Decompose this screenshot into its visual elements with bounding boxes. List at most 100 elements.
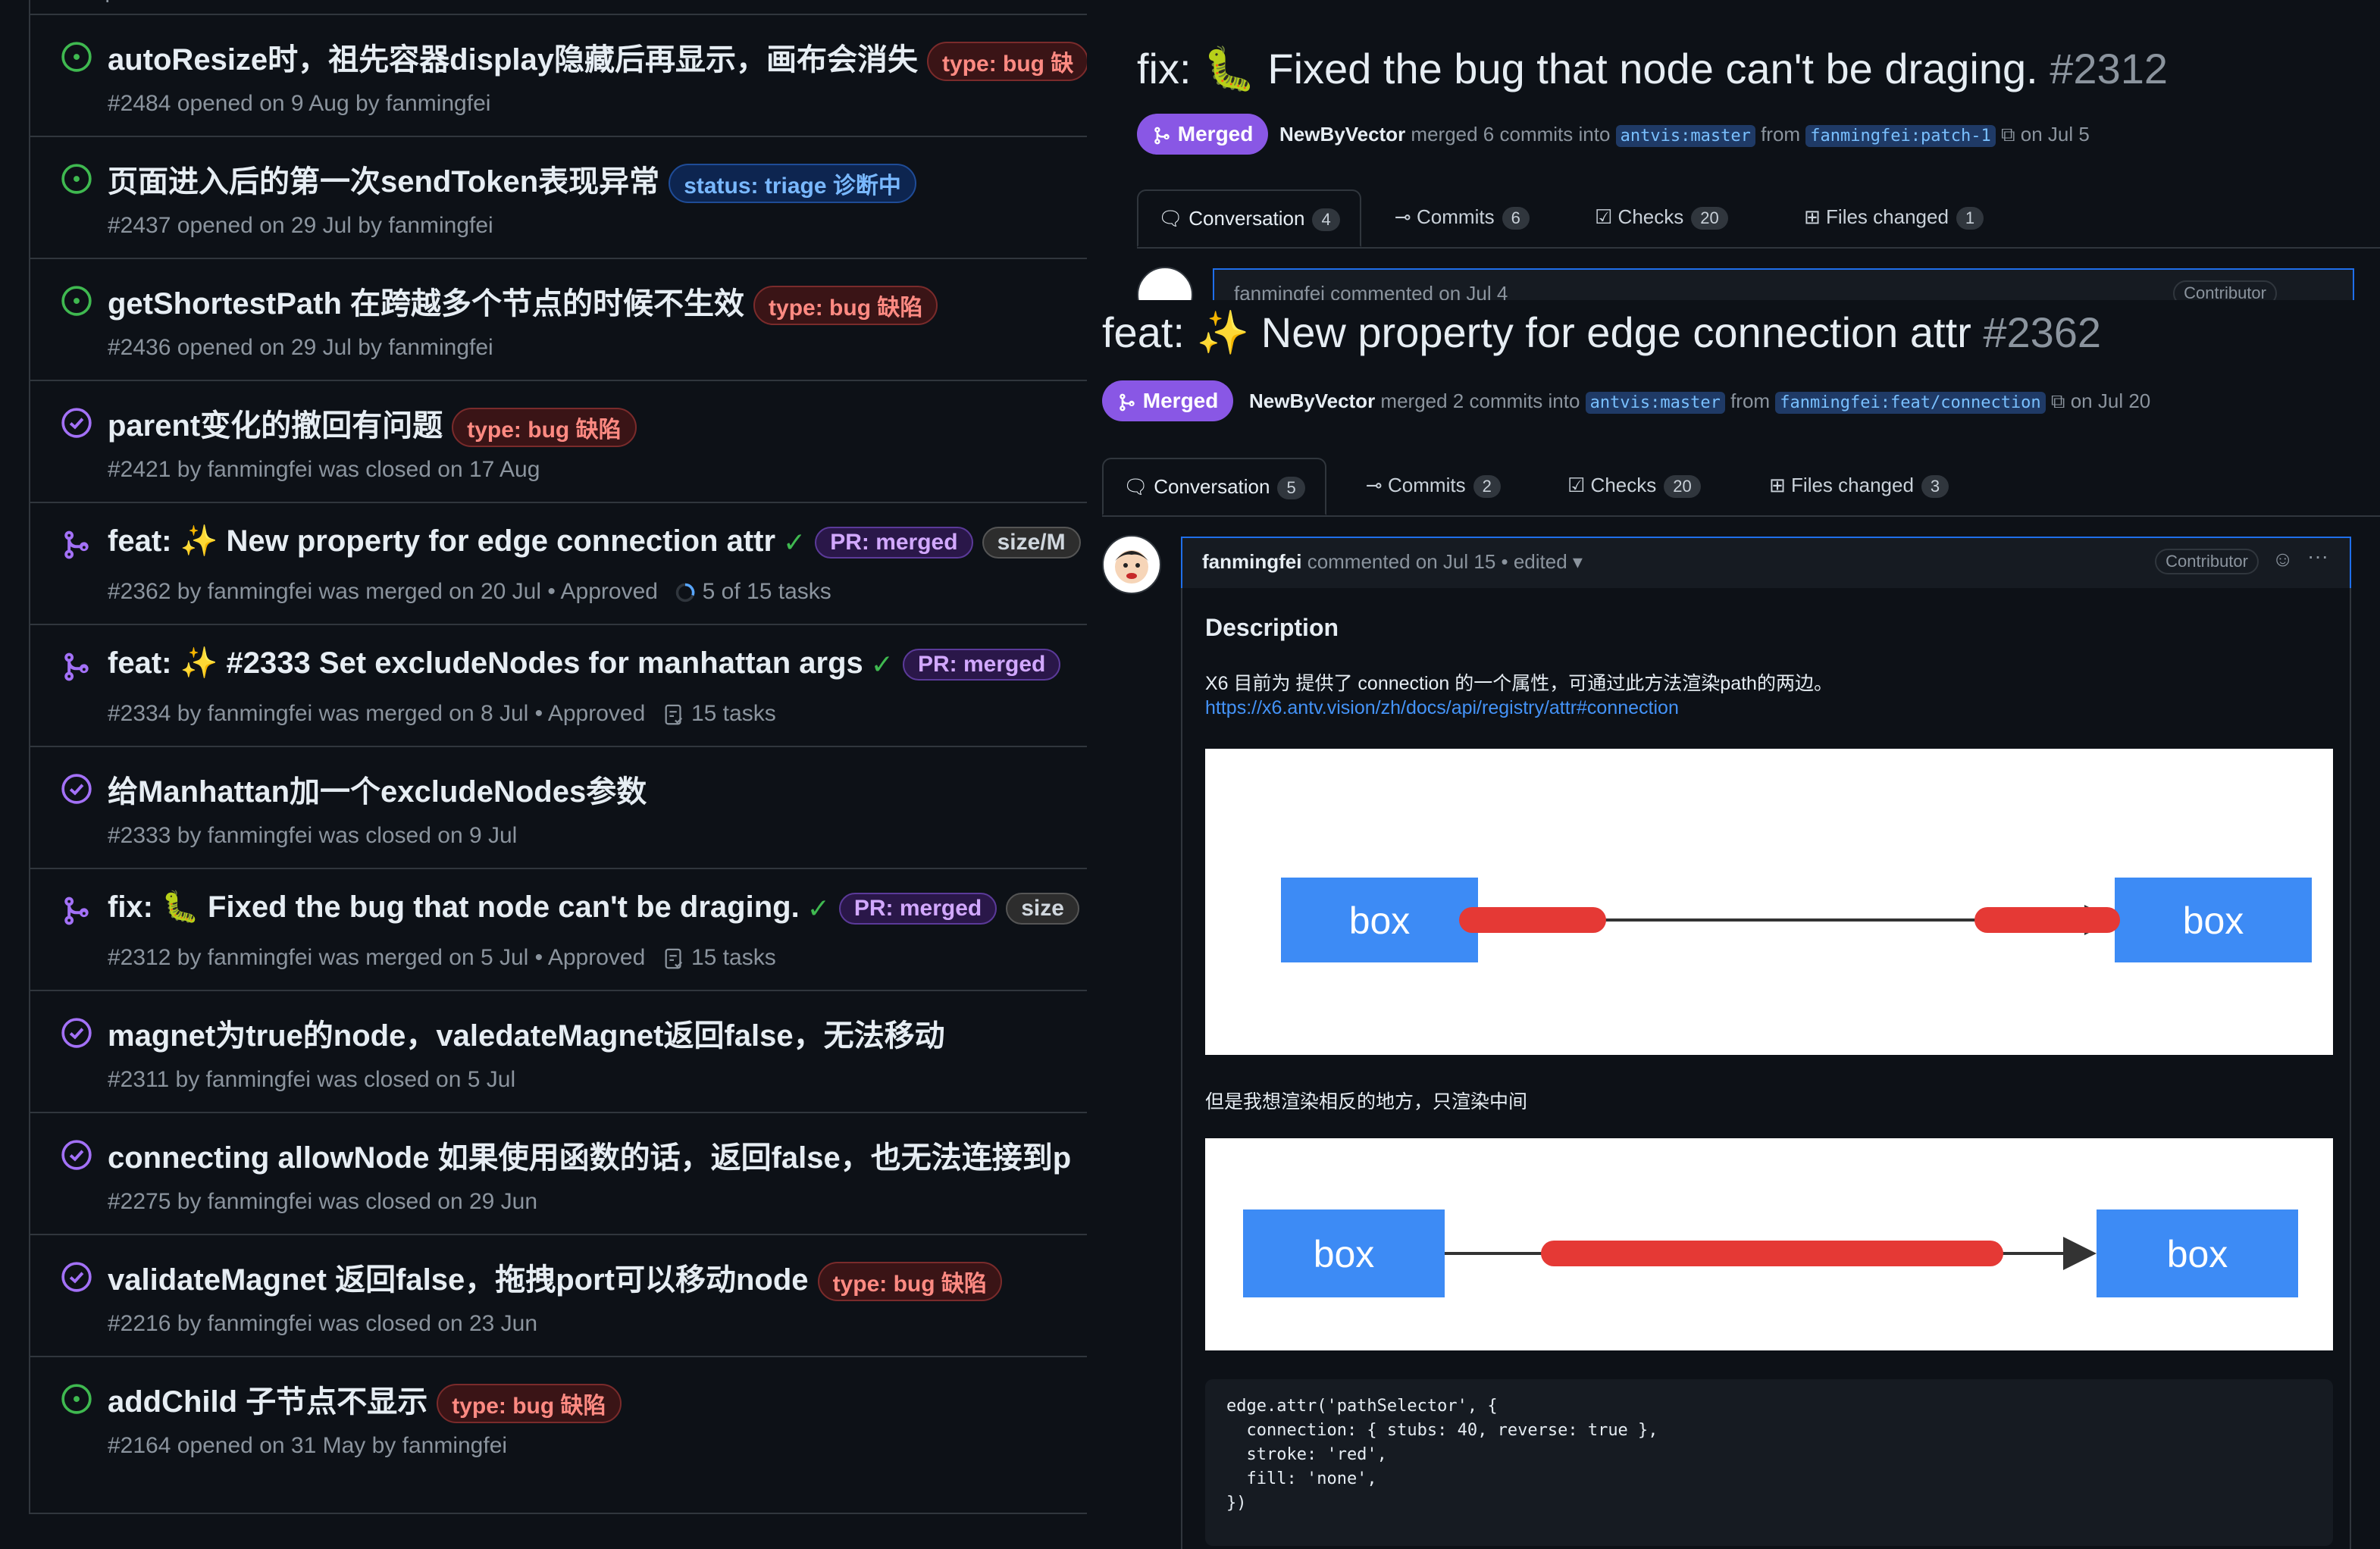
issue-title: feat: ✨ #2333 Set excludeNodes for manha…: [108, 645, 1061, 681]
issue-title: autoResize时，祖先容器display隐藏后再显示，画布会消失 type:…: [108, 35, 1087, 82]
tab-commits[interactable]: ⊸ Commits 6: [1395, 189, 1530, 244]
code-line: edge.attr('pathSelector', {: [1226, 1397, 1498, 1416]
label-badge[interactable]: type: bug 缺: [927, 42, 1087, 82]
pr-author[interactable]: NewByVector: [1249, 390, 1375, 412]
issue-title: magnet为true的node，valedateMagnet返回false，无…: [108, 1011, 945, 1055]
description-heading: Description: [1205, 614, 1339, 641]
issue-meta: #2421 by fanmingfei was closed on 17 Aug: [108, 457, 540, 483]
label-badge[interactable]: size/M: [982, 527, 1081, 559]
source-box-label: box: [1349, 900, 1411, 942]
comment-date[interactable]: commented on Jul 15 • edited: [1307, 550, 1567, 573]
issue-title: feat: ✨ New property for edge connection…: [108, 523, 1081, 559]
issue-row[interactable]: addChild 子节点不显示 type: bug 缺陷 #2164 opened …: [30, 1356, 1087, 1477]
tab-count: 4: [1312, 208, 1340, 231]
check-icon[interactable]: ✓: [807, 893, 830, 924]
code-line: fill: 'none',: [1226, 1469, 1377, 1488]
issue-title: 页面进入后的第一次sendToken表现异常 status: triage 诊断中: [108, 157, 916, 204]
tab-count: 5: [1277, 477, 1305, 499]
issue-list-panel: 7 Open ✓ 8 Closed autoResize时，祖先容器displa…: [0, 0, 1087, 1549]
base-branch[interactable]: antvis:master: [1585, 392, 1725, 414]
issue-open-icon: [61, 1384, 92, 1414]
docs-link[interactable]: https://x6.antv.vision/zh/docs/api/regis…: [1205, 697, 1679, 719]
issue-meta-text: #2275 by fanmingfei was closed on 29 Jun: [108, 1189, 538, 1214]
label-badge[interactable]: PR: merged: [838, 893, 997, 925]
issue-row[interactable]: autoResize时，祖先容器display隐藏后再显示，画布会消失 type:…: [30, 14, 1087, 135]
issue-open-icon: [61, 42, 92, 72]
open-closed-filter[interactable]: 7 Open ✓ 8 Closed: [68, 0, 265, 8]
chevron-down-icon[interactable]: ▾: [1573, 550, 1583, 573]
task-count[interactable]: 5 of 15 tasks: [703, 579, 831, 604]
task-count[interactable]: 15 tasks: [691, 945, 776, 970]
issue-title-link[interactable]: validateMagnet 返回false，拖拽port可以移动node: [108, 1263, 809, 1297]
copy-icon[interactable]: ⧉: [2051, 390, 2065, 412]
pr-title-text: feat: ✨ New property for edge connection…: [1102, 308, 1971, 356]
issue-row[interactable]: parent变化的撤回有问题 type: bug 缺陷 #2421 by fanmi…: [30, 380, 1087, 501]
issue-row[interactable]: magnet为true的node，valedateMagnet返回false，无…: [30, 990, 1087, 1111]
pr-title: feat: ✨ New property for edge connection…: [1102, 308, 2101, 358]
label-badge[interactable]: type: bug 缺陷: [437, 1384, 622, 1424]
tab-conversation[interactable]: 🗨 Conversation 5: [1102, 458, 1326, 515]
issue-title-link[interactable]: connecting allowNode 如果使用函数的话，返回false，也无…: [108, 1141, 1071, 1175]
file-diff-icon: ⊞: [1804, 205, 1821, 228]
issue-title: getShortestPath 在跨越多个节点的时候不生效 type: bug 缺…: [108, 279, 938, 326]
issue-row[interactable]: validateMagnet 返回false，拖拽port可以移动node typ…: [30, 1234, 1087, 1355]
merged-badge: Merged: [1102, 380, 1234, 421]
issue-title-link[interactable]: addChild 子节点不显示: [108, 1385, 427, 1419]
comment-header-partial: fanmingfei commented on Jul 4 Contributo…: [1213, 268, 2354, 300]
label-badge[interactable]: type: bug 缺陷: [452, 408, 637, 448]
label-badge[interactable]: status: triage 诊断中: [669, 164, 916, 204]
issue-title-link[interactable]: feat: ✨ #2333 Set excludeNodes for manha…: [108, 646, 863, 680]
commit-icon: ⊸: [1395, 205, 1411, 228]
check-icon[interactable]: ✓: [783, 527, 806, 558]
issue-title-link[interactable]: parent变化的撤回有问题: [108, 409, 443, 443]
issue-title-link[interactable]: 给Manhattan加一个excludeNodes参数: [108, 775, 647, 809]
avatar[interactable]: [1137, 267, 1193, 300]
label-badge[interactable]: size: [1006, 893, 1079, 925]
emoji-reaction-icon[interactable]: ☺: [2272, 547, 2294, 571]
more-options-icon[interactable]: ···: [2307, 544, 2328, 568]
comment-author[interactable]: fanmingfei: [1202, 550, 1301, 573]
head-branch[interactable]: fanmingfei:feat/connection: [1775, 392, 2046, 414]
issue-meta-text: #2436 opened on 29 Jul by fanmingfei: [108, 335, 493, 360]
tab-conversation[interactable]: 🗨 Conversation 4: [1137, 189, 1361, 247]
issue-row[interactable]: 给Manhattan加一个excludeNodes参数 #2333 by fanm…: [30, 746, 1087, 867]
issue-title-link[interactable]: autoResize时，祖先容器display隐藏后再显示，画布会消失: [108, 43, 918, 77]
issue-row[interactable]: fix: 🐛 Fixed the bug that node can't be …: [30, 868, 1087, 989]
issue-title-link[interactable]: fix: 🐛 Fixed the bug that node can't be …: [108, 890, 800, 924]
task-count[interactable]: 15 tasks: [691, 701, 776, 726]
tab-files-changed[interactable]: ⊞ Files changed 3: [1769, 458, 1949, 512]
label-badge[interactable]: type: bug 缺陷: [753, 286, 938, 326]
check-icon[interactable]: ✓: [871, 649, 894, 680]
base-branch[interactable]: antvis:master: [1615, 125, 1755, 147]
label-badge[interactable]: PR: merged: [902, 649, 1061, 681]
copy-icon[interactable]: ⧉: [2001, 123, 2015, 146]
issue-row[interactable]: feat: ✨ New property for edge connection…: [30, 502, 1087, 623]
tab-commits[interactable]: ⊸ Commits 2: [1366, 458, 1501, 512]
head-branch[interactable]: fanmingfei:patch-1: [1805, 125, 1996, 147]
pr-title-text: fix: 🐛 Fixed the bug that node can't be …: [1137, 45, 2038, 92]
issue-row[interactable]: 页面进入后的第一次sendToken表现异常 status: triage 诊断中…: [30, 136, 1087, 257]
pr-tabs: 🗨 Conversation 5 ⊸ Commits 2 ☑ Checks 20 ⊞ …: [1102, 458, 2380, 517]
from-text: from: [1761, 123, 1801, 146]
arrow-head: [2063, 1237, 2097, 1270]
issue-open-icon: [61, 164, 92, 194]
issue-title: connecting allowNode 如果使用函数的话，返回false，也无…: [108, 1133, 1071, 1177]
issue-row[interactable]: getShortestPath 在跨越多个节点的时候不生效 type: bug 缺…: [30, 258, 1087, 379]
issue-meta-text: #2484 opened on 9 Aug by fanmingfei: [108, 91, 491, 116]
issue-title-link[interactable]: feat: ✨ New property for edge connection…: [108, 524, 775, 558]
comment-header: fanmingfei commented on Jul 15 • edited …: [1181, 537, 2351, 590]
issue-title-link[interactable]: magnet为true的node，valedateMagnet返回false，无…: [108, 1019, 945, 1053]
issue-row[interactable]: feat: ✨ #2333 Set excludeNodes for manha…: [30, 624, 1087, 745]
label-badge[interactable]: type: bug 缺陷: [817, 1262, 1002, 1302]
code-line: stroke: 'red',: [1226, 1445, 1387, 1464]
issue-title-link[interactable]: 页面进入后的第一次sendToken表现异常: [108, 165, 659, 199]
pr-author[interactable]: NewByVector: [1279, 123, 1405, 146]
tab-checks[interactable]: ☑ Checks 20: [1567, 458, 1701, 512]
avatar[interactable]: [1102, 535, 1161, 594]
issue-row[interactable]: connecting allowNode 如果使用函数的话，返回false，也无…: [30, 1112, 1087, 1233]
issue-meta: #2333 by fanmingfei was closed on 9 Jul: [108, 823, 517, 849]
tab-checks[interactable]: ☑ Checks 20: [1595, 189, 1728, 244]
issue-title-link[interactable]: getShortestPath 在跨越多个节点的时候不生效: [108, 287, 744, 321]
tab-files-changed[interactable]: ⊞ Files changed 1: [1804, 189, 1984, 244]
label-badge[interactable]: PR: merged: [815, 527, 973, 559]
